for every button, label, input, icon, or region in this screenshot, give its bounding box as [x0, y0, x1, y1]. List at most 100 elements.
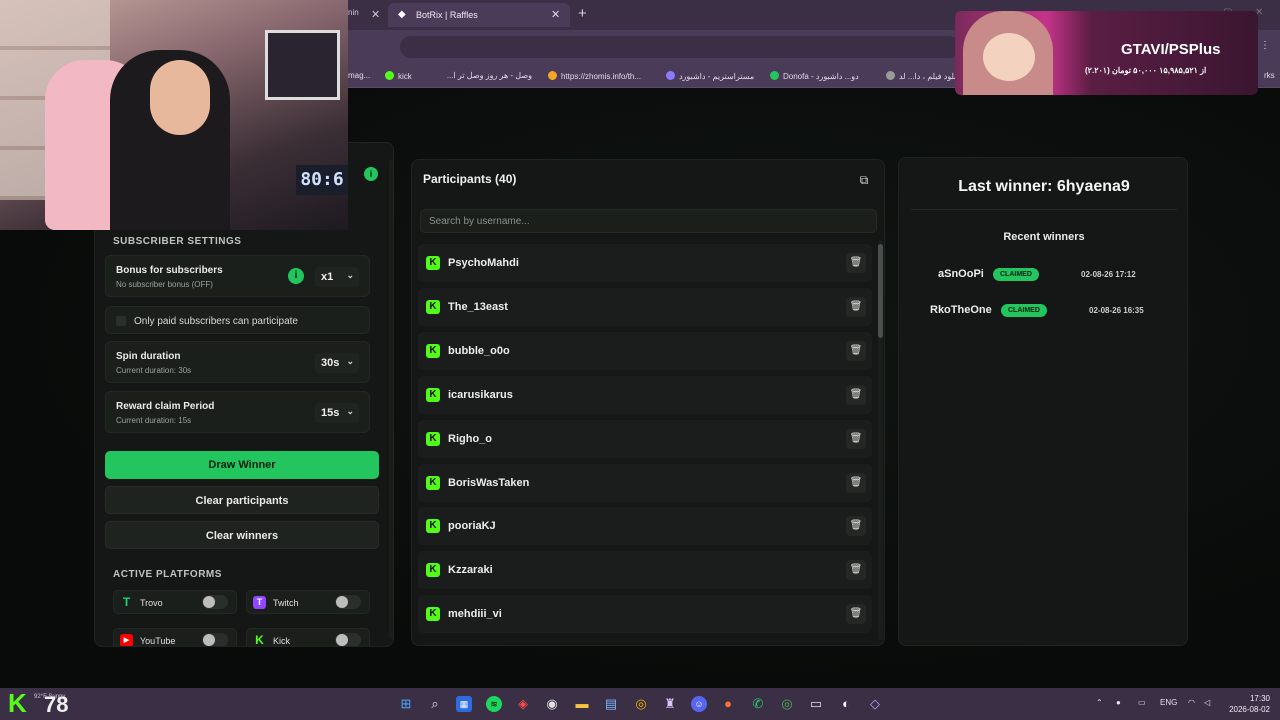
search-icon[interactable]: ⌕ — [427, 696, 443, 712]
file-explorer-icon[interactable]: ▬ — [574, 696, 590, 712]
close-icon[interactable]: ✕ — [551, 8, 560, 21]
kick-icon — [385, 71, 394, 80]
info-icon[interactable]: i — [364, 167, 378, 181]
reward-claim-select[interactable]: 15s ⌄ — [315, 403, 359, 423]
windows-start-icon[interactable]: ⊞ — [398, 696, 414, 712]
trash-icon[interactable]: 🗑 — [846, 341, 866, 361]
whatsapp-icon[interactable]: ✆ — [750, 696, 766, 712]
bookmark-item[interactable]: kick — [385, 71, 412, 81]
participants-panel: Participants (40) ⧉ K PsychoMahdi 🗑 K The_1… — [411, 159, 885, 646]
chrome-icon[interactable]: ◎ — [633, 696, 649, 712]
platform-name: Trovo — [140, 598, 163, 608]
participant-name: Righo_o — [448, 433, 492, 445]
trash-icon[interactable]: 🗑 — [846, 253, 866, 273]
trash-icon[interactable]: 🗑 — [846, 560, 866, 580]
microphone-icon[interactable]: ● — [1116, 698, 1121, 707]
winner-time: 02-08-26 16:35 — [1089, 306, 1144, 315]
participant-row: Kbubble_o0o 🗑 — [418, 332, 872, 370]
url-field[interactable] — [400, 36, 960, 58]
participant-row: K PsychoMahdi 🗑 — [418, 244, 872, 282]
chrome-icon-2[interactable]: ◎ — [779, 696, 795, 712]
kick-icon: K — [426, 388, 440, 402]
app-icon-3[interactable]: ◇ — [867, 696, 883, 712]
clear-winners-button[interactable]: Clear winners — [105, 521, 379, 549]
volume-icon[interactable]: ◁ — [1204, 698, 1210, 707]
trash-icon[interactable]: 🗑 — [846, 604, 866, 624]
close-icon[interactable]: ✕ — [371, 8, 380, 21]
participant-search-input[interactable] — [420, 209, 877, 233]
bookmark-item[interactable]: https://zhomis.info/th... — [548, 71, 641, 81]
participant-name: bubble_o0o — [448, 345, 510, 357]
chevron-down-icon: ⌄ — [346, 356, 354, 366]
bookmark-item[interactable]: mag... — [348, 71, 370, 80]
setting-description: Current duration: 30s — [116, 366, 192, 375]
trovo-toggle[interactable] — [202, 595, 228, 609]
winner-time: 02-08-26 17:12 — [1081, 270, 1136, 279]
paid-only-checkbox[interactable] — [116, 316, 126, 326]
more-menu-icon[interactable]: ⋮ — [1260, 40, 1270, 51]
twitch-toggle[interactable] — [335, 595, 361, 609]
status-badge: CLAIMED — [1001, 304, 1047, 317]
participants-title: Participants (40) — [423, 172, 517, 186]
section-title-subscriber-settings: SUBSCRIBER SETTINGS — [113, 236, 242, 247]
bookmark-item[interactable]: وصل - هر روز وصل تر ا... — [432, 71, 532, 80]
spin-duration-setting: Spin duration Current duration: 30s 30s … — [105, 341, 370, 383]
bookmark-item[interactable]: مستراستریم - داشبورد — [666, 71, 754, 81]
steam-icon[interactable]: ◉ — [544, 696, 560, 712]
participant-name: BorisWasTaken — [448, 477, 530, 489]
kick-icon: K — [426, 300, 440, 314]
app-icon-2[interactable]: ♜ — [662, 696, 678, 712]
screen: nin ✕ ◆ BotRix | Raffles ✕ + — ▢ ✕ ⋮ mag… — [0, 0, 1280, 720]
trovo-icon: T — [122, 595, 131, 609]
winners-panel: Last winner: 6hyaena9 Recent winners aSn… — [898, 157, 1188, 646]
trash-icon[interactable]: 🗑 — [846, 473, 866, 493]
trash-icon[interactable]: 🗑 — [846, 297, 866, 317]
terminal-icon[interactable]: ▭ — [808, 696, 824, 712]
partial-tab-title[interactable]: nin — [348, 8, 359, 17]
app-icon[interactable]: ◈ — [515, 696, 531, 712]
bookmark-item[interactable]: دانلود فیلم ، دا... لد — [886, 71, 962, 81]
weather-temp[interactable]: 78 — [44, 692, 68, 718]
participants-scroll-thumb[interactable] — [878, 244, 883, 338]
clear-participants-button[interactable]: Clear participants — [105, 486, 379, 514]
spotify-icon[interactable]: ≋ — [486, 696, 502, 712]
language-indicator[interactable]: ENG — [1160, 698, 1177, 707]
trash-icon[interactable]: 🗑 — [846, 429, 866, 449]
youtube-toggle[interactable] — [202, 633, 228, 646]
kick-toggle[interactable] — [335, 633, 361, 646]
discord-icon[interactable]: ☺ — [691, 696, 707, 712]
setting-label: Spin duration — [116, 351, 181, 362]
wifi-icon[interactable]: ◠ — [1188, 698, 1195, 707]
bonus-multiplier-select[interactable]: x1 ⌄ — [315, 267, 359, 287]
system-clock[interactable]: 17:30 2026-08-02 — [1229, 693, 1270, 715]
tab-botrix-raffles[interactable]: ◆ BotRix | Raffles ✕ — [388, 3, 570, 27]
participant-name: Kzzaraki — [448, 564, 493, 576]
store-icon[interactable]: ▤ — [603, 696, 619, 712]
trash-icon[interactable]: 🗑 — [846, 385, 866, 405]
bookmark-item[interactable]: Donofa - دو... داشبورد — [770, 71, 859, 81]
cam-streamer-face — [150, 60, 210, 135]
chevron-up-icon[interactable]: ⌃ — [1096, 698, 1103, 707]
platform-youtube: ▶ YouTube — [113, 628, 237, 646]
obs-icon[interactable]: ◐ — [838, 696, 854, 712]
kick-icon: K — [426, 563, 440, 577]
copy-icon[interactable]: ⧉ — [854, 170, 874, 190]
firefox-icon[interactable]: ● — [720, 696, 736, 712]
widget-icon[interactable]: ▦ — [456, 696, 472, 712]
trash-icon[interactable]: 🗑 — [846, 516, 866, 536]
winner-name: RkoTheOne — [930, 304, 992, 316]
winner-row: aSnOoPi CLAIMED 02-08-26 17:12 — [915, 260, 1173, 290]
draw-winner-button[interactable]: Draw Winner — [105, 451, 379, 479]
last-winner-heading: Last winner: 6hyaena9 — [958, 178, 1130, 195]
spin-duration-select[interactable]: 30s ⌄ — [315, 353, 359, 373]
ad-avatar-face — [983, 33, 1035, 81]
kick-icon: K — [426, 344, 440, 358]
keyboard-icon[interactable]: ▭ — [1138, 698, 1146, 707]
status-badge: CLAIMED — [993, 268, 1039, 281]
tab-title: BotRix | Raffles — [416, 10, 478, 20]
settings-scrollbar[interactable] — [389, 159, 393, 639]
paid-subscribers-only-setting[interactable]: Only paid subscribers can participate — [105, 306, 370, 334]
info-icon[interactable]: i — [288, 268, 304, 284]
plus-icon[interactable]: + — [578, 5, 587, 22]
bookmark-item[interactable]: rks — [1264, 71, 1275, 80]
